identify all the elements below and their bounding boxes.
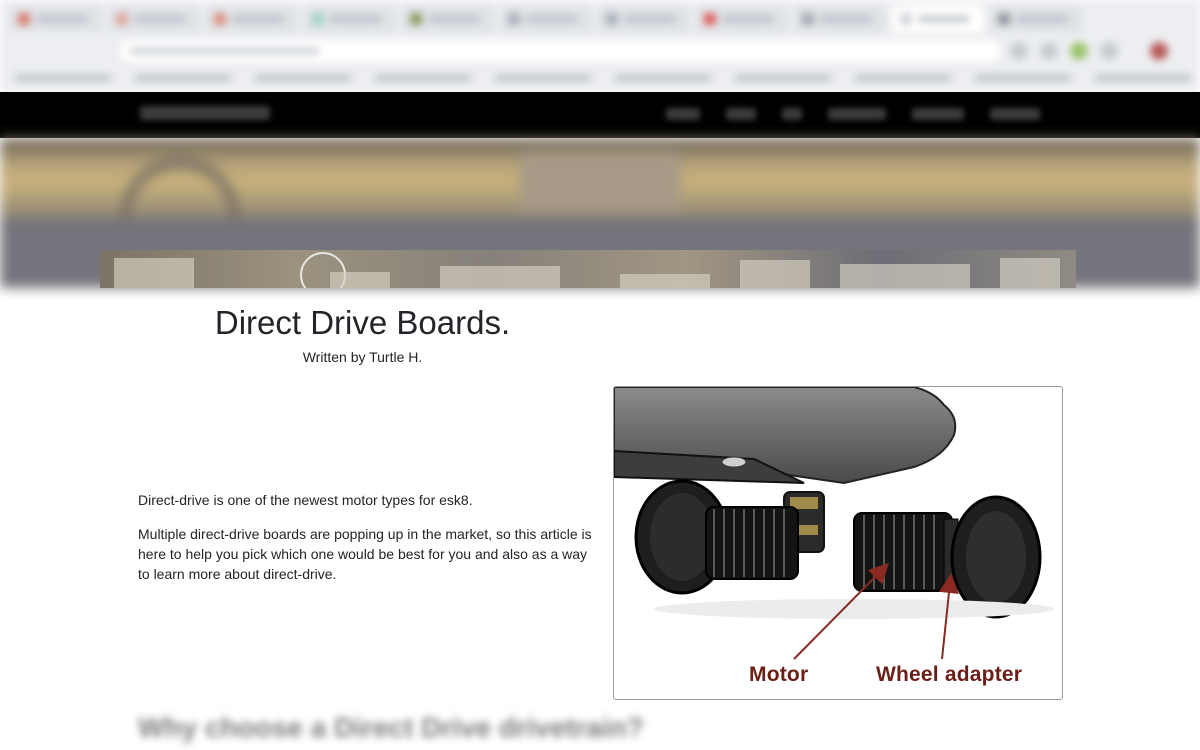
bookmark[interactable] <box>614 74 712 82</box>
extension-icon[interactable] <box>1070 42 1088 60</box>
wheel-adapter-arrow <box>939 573 959 660</box>
section-heading: Why choose a Direct Drive drivetrain? <box>138 712 644 743</box>
motor-label: Motor <box>749 663 809 686</box>
wheel-adapter-label: Wheel adapter <box>876 663 1023 686</box>
article-byline: Written by Turtle H. <box>302 349 423 365</box>
bookmark[interactable] <box>14 74 112 82</box>
skateboard-drivetrain-illustration <box>614 387 1054 660</box>
favicon-icon <box>312 13 324 25</box>
favicon-icon <box>606 13 618 25</box>
extension-icon[interactable] <box>1100 42 1118 60</box>
article-intro: Direct-drive is one of the newest motor … <box>138 490 598 598</box>
browser-tab[interactable] <box>10 6 102 32</box>
article-paragraph: Multiple direct-drive boards are popping… <box>138 526 592 582</box>
browser-tab[interactable] <box>304 6 396 32</box>
favicon-icon <box>410 13 422 25</box>
nav-link[interactable] <box>912 108 964 120</box>
bookmark[interactable] <box>974 74 1072 82</box>
nav-link[interactable] <box>666 108 700 120</box>
bookmark[interactable] <box>494 74 592 82</box>
favicon-icon <box>116 13 128 25</box>
browser-tab[interactable] <box>500 6 592 32</box>
bookmark[interactable] <box>734 74 832 82</box>
address-bar[interactable] <box>120 40 1000 62</box>
bookmark[interactable] <box>854 74 952 82</box>
favicon-icon <box>704 13 716 25</box>
favicon-icon <box>508 13 520 25</box>
city-banner-image <box>100 250 1076 288</box>
nav-links <box>666 108 1040 120</box>
browser-tab-active[interactable] <box>892 6 984 32</box>
favicon-icon <box>214 13 226 25</box>
profile-avatar-icon[interactable] <box>1150 42 1168 60</box>
nav-link[interactable] <box>828 108 886 120</box>
direct-drive-figure: Motor Wheel adapter <box>613 386 1063 700</box>
bookmark[interactable] <box>254 74 352 82</box>
article-title: Direct Drive Boards. <box>214 304 511 341</box>
nav-link[interactable] <box>990 108 1040 120</box>
browser-tab[interactable] <box>696 6 788 32</box>
nav-link[interactable] <box>782 108 802 120</box>
browser-tab[interactable] <box>206 6 298 32</box>
bookmarks-bar <box>0 66 1200 90</box>
browser-tab[interactable] <box>598 6 690 32</box>
favicon-icon <box>18 13 30 25</box>
site-brand[interactable] <box>140 106 270 120</box>
favicon-icon <box>900 13 912 25</box>
favicon-icon <box>998 13 1010 25</box>
tab-strip <box>0 6 1200 36</box>
browser-tab[interactable] <box>402 6 494 32</box>
favicon-icon <box>802 13 814 25</box>
extension-icon[interactable] <box>1010 42 1028 60</box>
bookmark[interactable] <box>374 74 472 82</box>
article-paragraph: Direct-drive is one of the newest motor … <box>138 492 473 508</box>
browser-chrome <box>0 0 1200 92</box>
browser-tab[interactable] <box>108 6 200 32</box>
nav-link[interactable] <box>726 108 756 120</box>
site-navbar <box>0 92 1200 138</box>
browser-tab[interactable] <box>794 6 886 32</box>
extension-icon[interactable] <box>1040 42 1058 60</box>
browser-tab[interactable] <box>990 6 1082 32</box>
bookmark[interactable] <box>134 74 232 82</box>
bookmark[interactable] <box>1094 74 1192 82</box>
